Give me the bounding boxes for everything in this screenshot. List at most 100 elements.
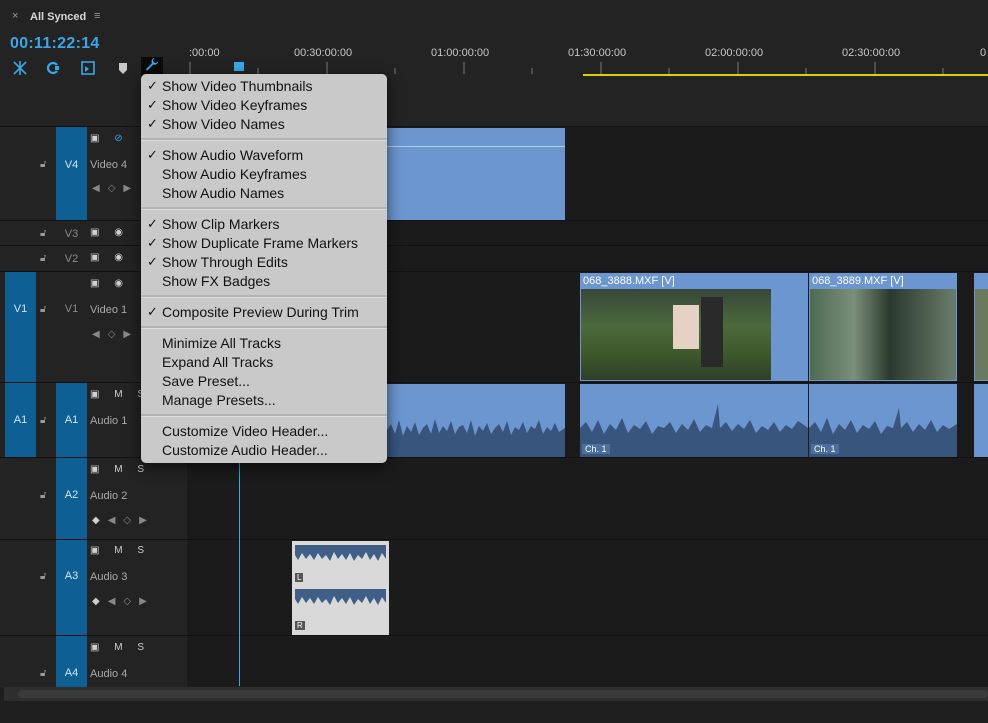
menu-item-expand-all-tracks[interactable]: Expand All Tracks — [141, 353, 387, 372]
source-patch-v1[interactable]: V1 — [5, 272, 36, 383]
track-target-a2[interactable]: A2 — [56, 458, 87, 540]
audio-clip-selected[interactable]: L R — [292, 541, 389, 635]
track-name[interactable]: Video 1 — [90, 304, 127, 316]
track-name[interactable]: Audio 4 — [90, 668, 127, 680]
keyframe-nav-icons[interactable]: ◀◇▶ — [92, 329, 139, 340]
mute-button[interactable]: M — [114, 464, 128, 475]
track-target-label: V4 — [64, 159, 79, 171]
track-output-icons[interactable]: ▣ ⊘ — [90, 133, 129, 144]
check-icon: ✓ — [147, 78, 158, 93]
work-area-bar[interactable] — [583, 74, 988, 76]
lock-icon[interactable]: 🔓︎ — [40, 253, 46, 264]
lock-icon[interactable]: 🔓︎ — [40, 571, 46, 582]
menu-item-show-clip-markers[interactable]: ✓ Show Clip Markers — [141, 215, 387, 234]
panel-tab-bar — [0, 0, 988, 33]
track-name[interactable]: Video 4 — [90, 159, 127, 171]
menu-item-show-fx-badges[interactable]: Show FX Badges — [141, 272, 387, 291]
track-target-a3[interactable]: A3 — [56, 540, 87, 636]
menu-item-label: Show Audio Waveform — [162, 147, 304, 163]
track-name[interactable]: Audio 1 — [90, 415, 127, 427]
track-target-v1[interactable]: V1 — [56, 272, 87, 383]
menu-item-minimize-all-tracks[interactable]: Minimize All Tracks — [141, 334, 387, 353]
audio-clip[interactable] — [974, 384, 988, 457]
menu-item-label: Expand All Tracks — [162, 354, 274, 370]
track-output-icons[interactable]: ▣ ◉ — [90, 227, 129, 238]
track-a4: 🔓︎ A4 ▣ M S Audio 4 — [0, 635, 988, 687]
playhead-timecode[interactable]: 00:11:22:14 — [10, 35, 100, 53]
track-output-icons[interactable]: ▣ M S — [90, 642, 150, 653]
panel-menu-icon[interactable]: ≡ — [94, 10, 100, 22]
audio-clip[interactable] — [387, 384, 565, 457]
menu-item-show-through-edits[interactable]: ✓ Show Through Edits — [141, 253, 387, 272]
check-icon: ✓ — [147, 254, 158, 269]
track-target-v4[interactable]: V4 — [56, 127, 87, 221]
sequence-tab-title[interactable]: All Synced — [30, 11, 86, 23]
insert-nest-icon[interactable] — [80, 60, 96, 76]
mute-button[interactable]: M — [114, 545, 128, 556]
video-clip[interactable] — [387, 128, 565, 221]
eye-hidden-icon[interactable]: ⊘ — [114, 133, 128, 144]
lock-icon[interactable]: 🔓︎ — [40, 415, 46, 426]
lock-icon[interactable]: 🔓︎ — [40, 159, 46, 170]
lock-icon[interactable]: 🔓︎ — [40, 490, 46, 501]
pen-keyframe-icon[interactable]: ◆ — [92, 515, 108, 526]
track-target-v2[interactable]: V2 — [56, 246, 87, 272]
menu-item-show-audio-names[interactable]: Show Audio Names — [141, 184, 387, 203]
track-output-icons[interactable]: ▣ M S — [90, 545, 150, 556]
video-clip[interactable]: 068_3888.MXF [V] — [580, 273, 808, 381]
close-tab-icon[interactable]: × — [12, 10, 18, 22]
track-name[interactable]: Audio 2 — [90, 490, 127, 502]
track-lane[interactable] — [187, 458, 988, 540]
video-thumbnail — [810, 289, 956, 380]
menu-item-customize-video-header[interactable]: Customize Video Header... — [141, 422, 387, 441]
video-clip[interactable]: 068_3889.MXF [V] — [809, 273, 957, 381]
track-target-label: V3 — [64, 228, 79, 240]
menu-separator — [141, 207, 387, 210]
track-output-icons[interactable]: ▣ ◉ — [90, 278, 129, 289]
clip-name: 068_3888.MXF [V] — [583, 275, 675, 287]
track-target-v3[interactable]: V3 — [56, 221, 87, 246]
menu-item-show-audio-waveform[interactable]: ✓ Show Audio Waveform — [141, 146, 387, 165]
scrollbar-handle[interactable] — [18, 690, 988, 698]
menu-item-customize-audio-header[interactable]: Customize Audio Header... — [141, 441, 387, 460]
lock-icon[interactable]: 🔓︎ — [40, 668, 46, 679]
menu-item-manage-presets[interactable]: Manage Presets... — [141, 391, 387, 410]
track-target-a4[interactable]: A4 — [56, 636, 87, 687]
solo-button[interactable]: S — [137, 545, 150, 556]
add-marker-icon[interactable] — [115, 60, 131, 76]
video-clip[interactable] — [974, 273, 988, 381]
menu-item-composite-preview-during-trim[interactable]: ✓ Composite Preview During Trim — [141, 303, 387, 322]
track-name[interactable]: Audio 3 — [90, 571, 127, 583]
lock-icon[interactable]: 🔓︎ — [40, 228, 46, 239]
mute-button[interactable]: M — [114, 389, 128, 400]
channel-label: R — [295, 621, 305, 630]
linked-selection-icon[interactable] — [45, 60, 61, 76]
menu-item-show-duplicate-frame-markers[interactable]: ✓ Show Duplicate Frame Markers — [141, 234, 387, 253]
track-target-a1[interactable]: A1 — [56, 383, 87, 458]
keyframe-nav-icons[interactable]: ◆◀◇▶ — [92, 515, 155, 526]
track-lane[interactable] — [187, 636, 988, 687]
menu-item-show-video-names[interactable]: ✓ Show Video Names — [141, 115, 387, 134]
menu-item-show-video-keyframes[interactable]: ✓ Show Video Keyframes — [141, 96, 387, 115]
keyframe-nav-icons[interactable]: ◆◀◇▶ — [92, 596, 155, 607]
menu-separator — [141, 326, 387, 329]
mute-button[interactable]: M — [114, 642, 128, 653]
menu-item-show-audio-keyframes[interactable]: Show Audio Keyframes — [141, 165, 387, 184]
snap-icon[interactable] — [12, 60, 28, 76]
source-patch-a1[interactable]: A1 — [5, 383, 36, 458]
solo-button[interactable]: S — [137, 642, 150, 653]
keyframe-nav-icons[interactable]: ◀◇▶ — [92, 183, 139, 194]
pen-keyframe-icon[interactable]: ◆ — [92, 596, 108, 607]
track-output-icons[interactable]: ▣ M S — [90, 464, 150, 475]
video-thumbnail — [975, 289, 988, 380]
lock-icon[interactable]: 🔓︎ — [40, 304, 46, 315]
menu-item-label: Minimize All Tracks — [162, 335, 282, 351]
playhead-handle[interactable] — [234, 62, 244, 71]
audio-clip[interactable]: Ch. 1 — [580, 384, 808, 457]
menu-item-save-preset[interactable]: Save Preset... — [141, 372, 387, 391]
menu-item-show-video-thumbnails[interactable]: ✓ Show Video Thumbnails — [141, 77, 387, 96]
audio-clip[interactable]: Ch. 1 — [809, 384, 957, 457]
solo-button[interactable]: S — [137, 464, 150, 475]
source-patch-label: V1 — [13, 303, 28, 315]
track-output-icons[interactable]: ▣ ◉ — [90, 252, 129, 263]
